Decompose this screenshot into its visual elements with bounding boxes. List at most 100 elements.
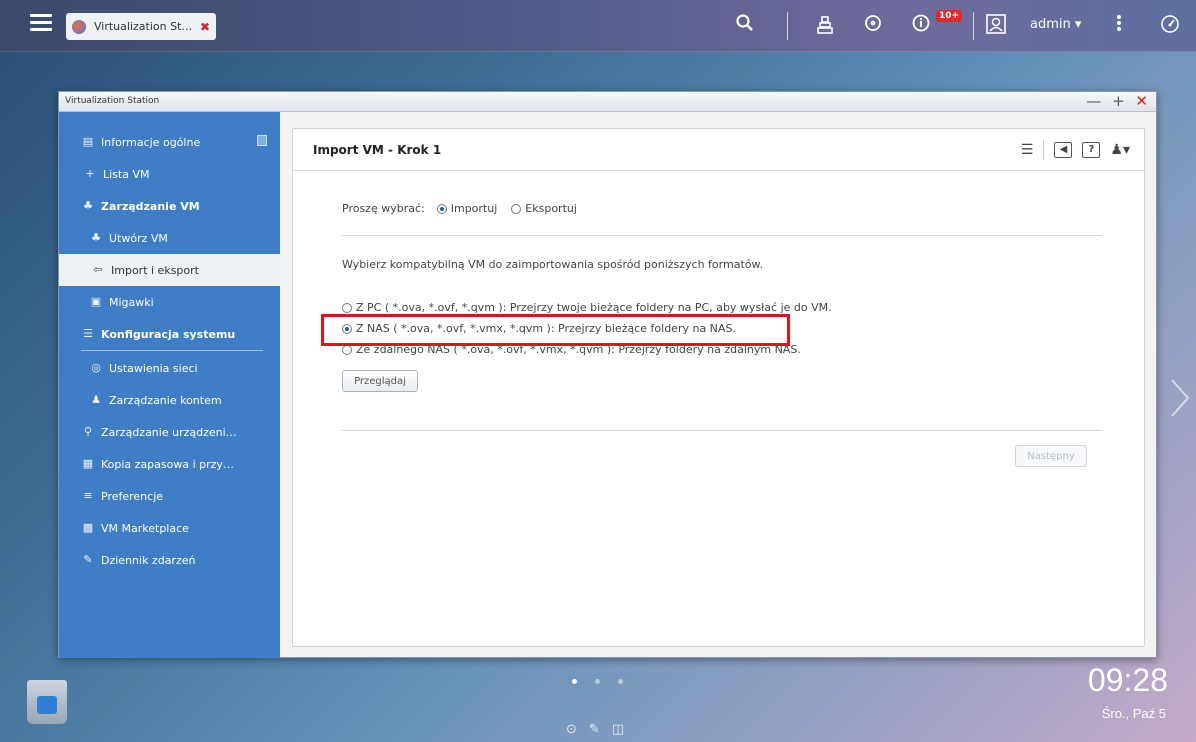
virtualization-station-icon [72,19,86,34]
window-title: Virtualization Station [65,96,160,106]
desktop-date: Śro., Paź 5 [1101,706,1166,721]
external-device-icon[interactable] [864,14,882,37]
account-menu-icon[interactable]: ♟▾ [1110,142,1130,158]
user-menu[interactable]: admin ▾ [1030,17,1081,32]
panel-header: Import VM - Krok 1 ☰ ◀ ? ♟▾ [293,129,1144,171]
app-tab-label: Virtualization St… [94,20,193,33]
vm-manage-icon: ♣ [83,199,93,212]
background-task-icon[interactable] [817,14,833,39]
highlight-box [321,314,790,346]
sidebar-item-backup[interactable]: ▦ Kopia zapasowa i przy… [59,448,280,480]
export-radio-label[interactable]: Eksportuj [525,202,577,215]
export-radio[interactable] [511,203,522,214]
mode-selector: Proszę wybrać: Importuj Eksportuj [342,202,577,215]
sidebar-item-vm-management[interactable]: ♣ Zarządzanie VM [59,190,280,222]
sidebar-item-import-export[interactable]: ⇦ Import i eksport [59,254,280,286]
page-dot[interactable] [595,679,600,684]
import-panel: Import VM - Krok 1 ☰ ◀ ? ♟▾ Proszę wybra… [292,128,1145,647]
header-divider [1043,140,1045,160]
sidebar-item-label: Utwórz VM [109,231,168,245]
header-toolbar: ☰ ◀ ? ♟▾ [1021,140,1130,160]
sidebar-item-label: Zarządzanie urządzeni… [101,425,237,439]
more-options-icon[interactable] [1116,14,1122,37]
backup-icon: ▦ [82,457,94,470]
sidebar-item-label: Migawki [109,295,154,309]
device-icon: ⚲ [83,425,93,438]
page-dot[interactable] [618,679,623,684]
search-icon[interactable] [736,14,754,37]
option-from-pc[interactable]: Z PC ( *.ova, *.ovf, *.qvm ): Przejrzy t… [342,301,832,314]
tools-icon[interactable]: ✎ [589,722,600,737]
notification-icon[interactable] [912,14,930,37]
snapshot-icon: ▣ [90,295,102,308]
divider [342,235,1102,236]
sidebar-item-vm-marketplace[interactable]: ▩ VM Marketplace [59,512,280,544]
plus-icon: + [85,167,95,180]
info-icon: ▤ [82,135,94,148]
sidebar-item-create-vm[interactable]: ♣ Utwórz VM [59,222,280,254]
sidebar-item-preferences[interactable]: ≡ Preferencje [59,480,280,512]
tab-close-icon[interactable]: ✖ [200,20,210,34]
next-button[interactable]: Następny [1015,445,1087,467]
sidebar-item-label: Zarządzanie kontem [109,393,222,407]
list-view-icon[interactable]: ☰ [1021,142,1034,158]
sidebar-item-label: Kopia zapasowa i przy… [101,457,234,471]
sidebar-item-label: Lista VM [103,167,150,181]
import-export-icon: ⇦ [93,263,103,276]
sidebar-item-overview[interactable]: ▤ Informacje ogólne [59,126,280,158]
user-icon[interactable] [986,14,1006,39]
sidebar-item-account-management[interactable]: ♟ Zarządzanie kontem [59,384,280,416]
sidebar-item-system-config[interactable]: ☰ Konfiguracja systemu [59,318,280,350]
top-divider [973,12,974,40]
browse-button[interactable]: Przeglądaj [342,370,418,392]
sidebar-item-event-log[interactable]: ✎ Dziennik zdarzeń [59,544,280,576]
sidebar-item-vm-list[interactable]: + Lista VM [59,158,280,190]
from-pc-label[interactable]: Z PC ( *.ova, *.ovf, *.qvm ): Przejrzy t… [356,301,832,314]
from-pc-radio[interactable] [342,302,352,313]
import-radio-label[interactable]: Importuj [451,202,498,215]
sidebar-item-network-settings[interactable]: ◎ Ustawienia sieci [59,352,280,384]
sidebar-item-label: Informacje ogólne [101,135,201,149]
app-tab-virtualization-station[interactable]: Virtualization St… ✖ [66,13,216,40]
desktop-clock: 09:28 [1087,662,1168,698]
recycle-bin-icon[interactable] [27,680,67,724]
divider [342,430,1102,431]
top-bar: Virtualization St… ✖ 10+ admin ▾ [0,0,1196,52]
sidebar-item-label: VM Marketplace [101,521,189,535]
next-desktop-arrow[interactable] [1168,378,1192,418]
log-icon: ✎ [83,553,93,566]
minimize-button[interactable]: — [1086,92,1101,110]
sidebar-collapse-icon[interactable] [257,135,267,146]
link-icon[interactable]: ⊙ [566,722,577,737]
page-dot[interactable] [572,679,577,684]
sidebar: ▤ Informacje ogólne + Lista VM ♣ Zarządz… [59,112,280,658]
window-controls: — + ✕ [1080,92,1148,111]
sidebar-item-label: Import i eksport [111,263,199,277]
notification-badge: 10+ [936,10,963,22]
create-vm-icon: ♣ [91,231,101,244]
dock-icons: ⊙ ✎ ◫ [566,722,624,737]
dashboard-icon[interactable] [1160,14,1180,39]
close-button[interactable]: ✕ [1135,92,1148,110]
sidebar-item-label: Preferencje [101,489,164,503]
sidebar-item-device-management[interactable]: ⚲ Zarządzanie urządzeni… [59,416,280,448]
virtualization-station-window: Virtualization Station — + ✕ ▤ Informacj… [58,91,1157,658]
account-icon: ♟ [91,393,101,406]
import-radio[interactable] [436,203,447,214]
desktop-page-indicator [572,679,623,684]
sidebar-item-label: Zarządzanie VM [101,199,200,213]
sidebar-item-snapshots[interactable]: ▣ Migawki [59,286,280,318]
speaker-icon[interactable]: ◀ [1054,142,1073,158]
network-icon: ◎ [91,361,101,374]
preferences-icon: ≡ [83,489,93,502]
from-remote-nas-radio[interactable] [342,344,352,355]
sidebar-item-label: Dziennik zdarzeń [101,553,196,567]
book-icon[interactable]: ◫ [612,722,624,737]
maximize-button[interactable]: + [1112,92,1125,110]
sidebar-item-label: Konfiguracja systemu [101,327,236,341]
config-icon: ☰ [83,327,93,340]
sidebar-item-label: Ustawienia sieci [109,361,198,375]
main-menu-button[interactable] [30,14,52,36]
help-icon[interactable]: ? [1082,142,1101,158]
window-title-bar[interactable]: Virtualization Station — + ✕ [59,92,1156,112]
